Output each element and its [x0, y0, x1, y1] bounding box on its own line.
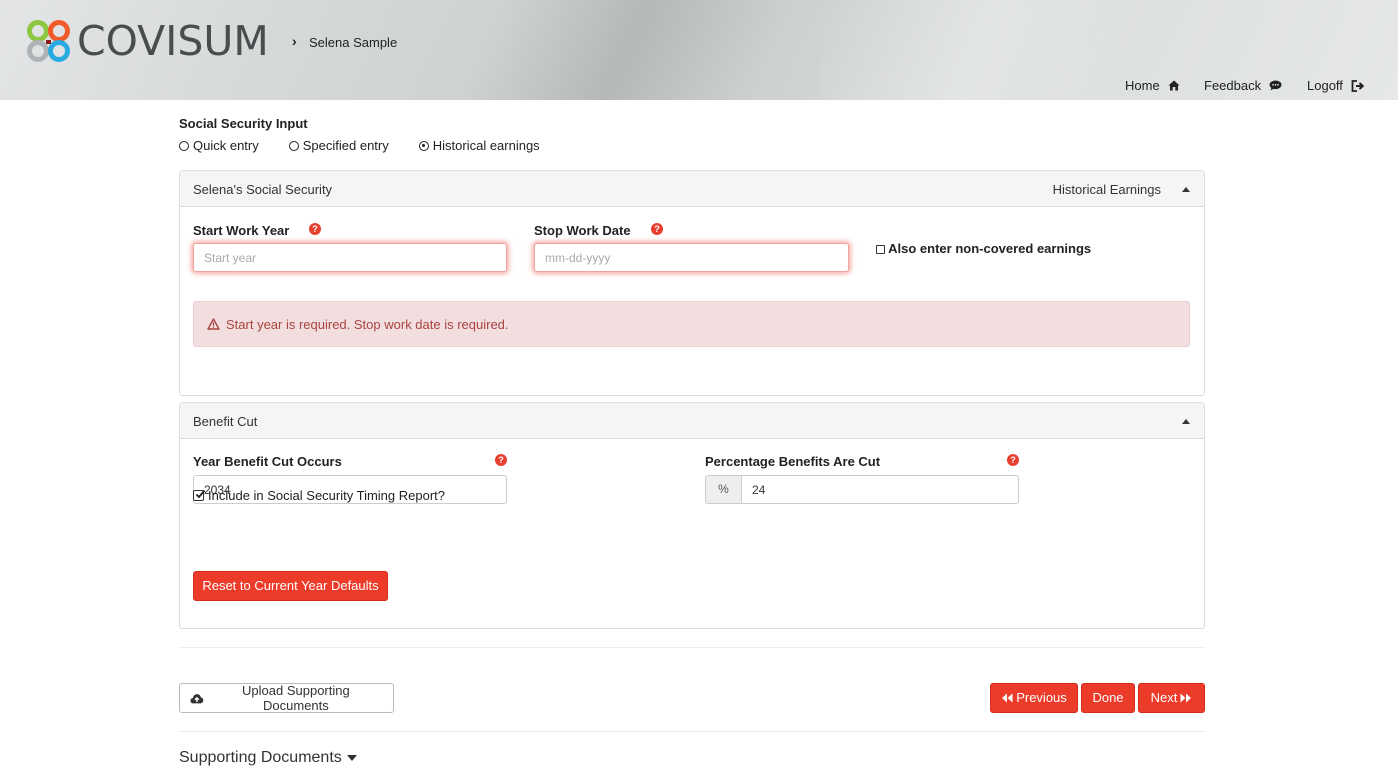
percentage-benefits-cut-input[interactable] — [741, 475, 1019, 504]
previous-label: Previous — [1016, 690, 1067, 705]
double-left-icon — [1002, 693, 1013, 703]
divider — [179, 731, 1205, 732]
next-button[interactable]: Next — [1138, 683, 1205, 713]
radio-circle-icon — [288, 140, 299, 151]
supporting-documents-toggle[interactable]: Supporting Documents — [179, 749, 357, 767]
radio-quick-entry-label: Quick entry — [193, 138, 259, 153]
nav-feedback-label: Feedback — [1204, 78, 1262, 93]
sign-out-icon — [1351, 79, 1365, 92]
double-right-icon — [1180, 693, 1192, 703]
ss-panel-title: Selena's Social Security — [193, 182, 333, 197]
error-alert-text: Start year is required. Stop work date i… — [226, 317, 509, 332]
start-work-year-label: Start Work Year — [193, 223, 290, 238]
warning-icon — [207, 318, 220, 330]
app-header: COVISUM › Selena Sample Home Feedback Lo… — [0, 0, 1398, 100]
start-work-year-input[interactable] — [193, 243, 507, 272]
stop-work-date-input[interactable] — [534, 243, 849, 272]
divider — [179, 647, 1205, 648]
ss-panel: Selena's Social Security Historical Earn… — [179, 170, 1205, 396]
non-covered-earnings-checkbox[interactable]: Also enter non-covered earnings — [876, 241, 1091, 256]
radio-specified-entry-label: Specified entry — [302, 138, 389, 153]
checkbox-checked-icon — [193, 489, 206, 501]
nav-logoff-label: Logoff — [1307, 78, 1343, 93]
checkbox-icon — [876, 245, 885, 254]
ss-input-radio-group: Quick entry Specified entry Historical e… — [179, 138, 540, 153]
help-question-icon[interactable]: ? — [651, 223, 663, 235]
next-label: Next — [1150, 690, 1178, 705]
cloud-upload-icon — [190, 693, 204, 703]
stop-work-date-label: Stop Work Date — [534, 223, 631, 238]
nav-home-link[interactable]: Home — [1125, 78, 1180, 93]
ss-panel-mode-label: Historical Earnings — [1052, 182, 1161, 197]
upload-documents-label: Upload Supporting Documents — [242, 683, 350, 713]
benefit-cut-panel: Benefit Cut Year Benefit Cut Occurs ? Pe… — [179, 402, 1205, 629]
reset-defaults-button[interactable]: Reset to Current Year Defaults — [193, 571, 388, 601]
upload-documents-button[interactable]: Upload Supporting Documents — [179, 683, 394, 713]
radio-historical-earnings[interactable]: Historical earnings — [418, 138, 540, 153]
breadcrumb-chevron-icon: › — [292, 33, 297, 49]
ss-input-title: Social Security Input — [179, 116, 308, 131]
benefit-cut-panel-title: Benefit Cut — [193, 414, 258, 429]
help-question-icon[interactable]: ? — [309, 223, 321, 235]
help-question-icon[interactable]: ? — [495, 454, 507, 466]
non-covered-earnings-label: Also enter non-covered earnings — [888, 241, 1092, 256]
nav-logoff-link[interactable]: Logoff — [1307, 78, 1365, 93]
ss-panel-heading[interactable]: Selena's Social Security Historical Earn… — [180, 171, 1204, 207]
radio-specified-entry[interactable]: Specified entry — [288, 138, 389, 153]
collapse-caret-icon[interactable] — [1182, 419, 1190, 424]
error-alert: Start year is required. Stop work date i… — [193, 301, 1190, 347]
year-benefit-cut-label: Year Benefit Cut Occurs — [193, 454, 342, 469]
percent-addon: % — [705, 475, 742, 504]
brand-name: COVISUM — [77, 17, 269, 65]
percentage-benefits-cut-label: Percentage Benefits Are Cut — [705, 454, 881, 469]
nav-home-label: Home — [1125, 78, 1160, 93]
include-timing-report-label: Include in Social Security Timing Report… — [208, 488, 446, 503]
supporting-documents-title: Supporting Documents — [179, 749, 342, 766]
caret-down-icon — [346, 755, 357, 761]
covisum-logo-icon — [27, 20, 70, 62]
include-timing-report-checkbox[interactable]: Include in Social Security Timing Report… — [193, 488, 445, 503]
radio-checked-icon — [418, 140, 429, 151]
radio-quick-entry[interactable]: Quick entry — [179, 138, 259, 153]
breadcrumb-client-name[interactable]: Selena Sample — [309, 35, 397, 50]
done-button[interactable]: Done — [1081, 683, 1135, 713]
previous-button[interactable]: Previous — [990, 683, 1078, 713]
radio-circle-icon — [179, 140, 189, 151]
home-icon — [1168, 80, 1180, 91]
benefit-cut-panel-heading[interactable]: Benefit Cut — [180, 403, 1204, 439]
radio-historical-earnings-label: Historical earnings — [432, 138, 540, 153]
help-question-icon[interactable]: ? — [1007, 454, 1019, 466]
comment-icon — [1269, 80, 1282, 91]
collapse-caret-icon[interactable] — [1182, 187, 1190, 192]
nav-feedback-link[interactable]: Feedback — [1204, 78, 1282, 93]
header-background-sheen — [820, 0, 1120, 100]
